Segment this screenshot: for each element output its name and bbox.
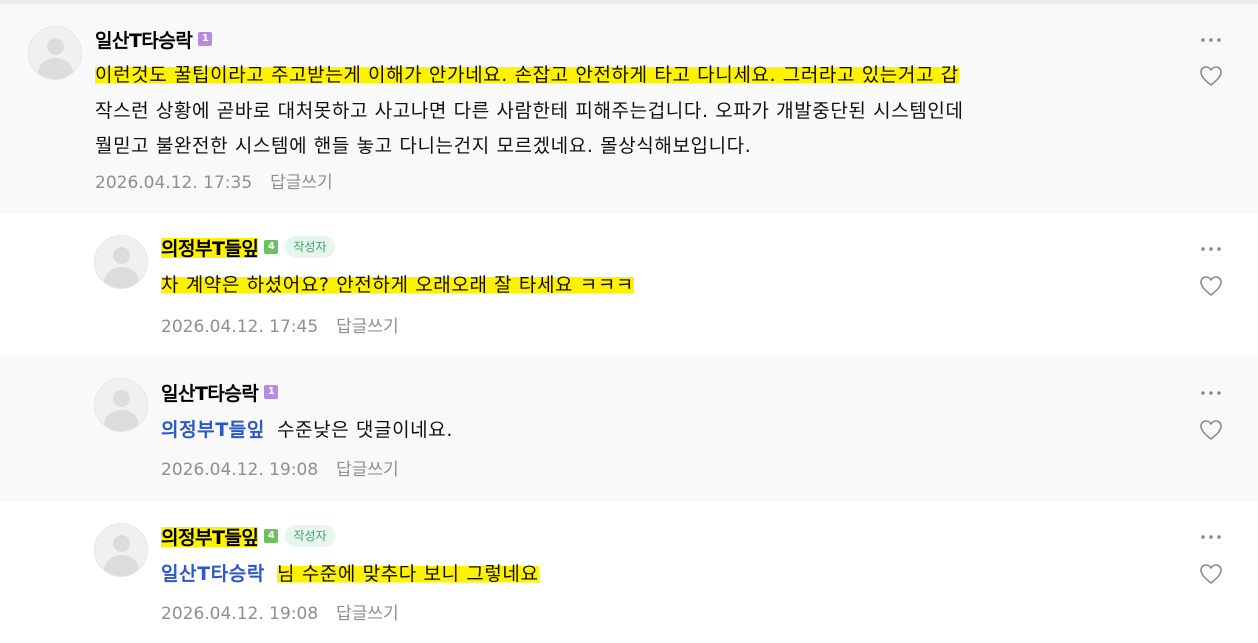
- comment-meta: 2026.04.12. 17:45 답글쓰기: [161, 312, 399, 337]
- comment-author[interactable]: 의정부T들잎: [161, 522, 259, 550]
- comment-text-line: 뭘믿고 불완전한 시스템에 핸들 놓고 다니는건지 모르겠네요. 몰상식해보입니…: [95, 135, 752, 157]
- comment-date: 2026.04.12. 19:08: [161, 460, 319, 480]
- comment-author[interactable]: 의정부T들잎: [161, 233, 259, 261]
- heart-outline-icon[interactable]: [1199, 65, 1223, 87]
- comment-text: 의정부T들잎 수준낮은 댓글이네요.: [161, 413, 453, 449]
- highlighted-text: 님 수준에 맞추다 보니 그렇네요: [276, 563, 539, 585]
- heart-outline-icon[interactable]: [1199, 419, 1223, 441]
- comment-item: 일산T타승락 1 이런것도 꿀팁이라고 주고받는게 이해가 안가네요. 손잡고 …: [0, 4, 1258, 213]
- avatar[interactable]: [94, 378, 148, 432]
- comment-text: 일산T타승락 님 수준에 맞추다 보니 그렇네요: [161, 557, 539, 593]
- mention-link[interactable]: 일산T타승락: [161, 563, 265, 585]
- comment-date: 2026.04.12. 17:35: [95, 173, 253, 193]
- more-dots-icon[interactable]: [1200, 243, 1222, 255]
- level-badge: 4: [264, 240, 279, 254]
- writer-badge: 작성자: [285, 236, 335, 258]
- heart-outline-icon[interactable]: [1199, 275, 1223, 297]
- comment-date: 2026.04.12. 19:08: [161, 604, 319, 624]
- mention-link[interactable]: 의정부T들잎: [161, 419, 265, 441]
- avatar[interactable]: [28, 26, 82, 80]
- comment-text: 이런것도 꿀팁이라고 주고받는게 이해가 안가네요. 손잡고 안전하게 타고 다…: [95, 58, 964, 165]
- avatar[interactable]: [94, 523, 148, 577]
- comment-author-line: 일산T타승락 1: [95, 26, 213, 53]
- writer-badge: 작성자: [285, 525, 335, 547]
- comment-author-line: 의정부T들잎 4 작성자: [161, 233, 335, 261]
- comment-meta: 2026.04.12. 19:08 답글쓰기: [161, 599, 399, 624]
- comment-reply-item: 의정부T들잎 4 작성자 차 계약은 하셨어요? 안전하게 오래오래 잘 타세요…: [0, 213, 1258, 356]
- comment-author-line: 일산T타승락 1: [161, 379, 279, 406]
- comment-reply-item: 일산T타승락 1 의정부T들잎 수준낮은 댓글이네요. 2026.04.12. 1…: [0, 356, 1258, 501]
- comment-body: 수준낮은 댓글이네요.: [276, 419, 453, 441]
- heart-outline-icon[interactable]: [1199, 563, 1223, 585]
- reply-button[interactable]: 답글쓰기: [336, 604, 399, 624]
- comment-author[interactable]: 일산T타승락: [161, 379, 259, 406]
- highlighted-text: 이런것도 꿀팁이라고 주고받는게 이해가 안가네요. 손잡고 안전하게 타고 다…: [95, 64, 959, 86]
- reply-button[interactable]: 답글쓰기: [336, 460, 399, 480]
- more-dots-icon[interactable]: [1200, 34, 1222, 46]
- comment-meta: 2026.04.12. 17:35 답글쓰기: [95, 168, 333, 193]
- comment-text-line: 작스런 상황에 곧바로 대처못하고 사고나면 다른 사람한테 피해주는겁니다. …: [95, 99, 964, 122]
- reply-button[interactable]: 답글쓰기: [336, 317, 399, 337]
- level-badge: 1: [264, 385, 279, 399]
- comment-meta: 2026.04.12. 19:08 답글쓰기: [161, 455, 399, 480]
- comment-text-line: 이런것도 꿀팁이라고 주고받는게 이해가 안가네요. 손잡고 안전하게 타고 다…: [95, 58, 964, 94]
- highlighted-text: 차 계약은 하셨어요? 안전하게 오래오래 잘 타세요 ㅋㅋㅋ: [161, 274, 635, 296]
- comment-date: 2026.04.12. 17:45: [161, 317, 319, 337]
- level-badge: 1: [198, 32, 213, 46]
- more-dots-icon[interactable]: [1200, 387, 1222, 399]
- comment-reply-item: 의정부T들잎 4 작성자 일산T타승락 님 수준에 맞추다 보니 그렇네요 202…: [0, 501, 1258, 643]
- comment-text: 차 계약은 하셨어요? 안전하게 오래오래 잘 타세요 ㅋㅋㅋ: [161, 268, 635, 304]
- comment-author[interactable]: 일산T타승락: [95, 26, 193, 53]
- avatar[interactable]: [94, 235, 148, 289]
- reply-button[interactable]: 답글쓰기: [270, 173, 333, 193]
- more-dots-icon[interactable]: [1200, 531, 1222, 543]
- comment-author-line: 의정부T들잎 4 작성자: [161, 522, 335, 550]
- level-badge: 4: [264, 529, 279, 543]
